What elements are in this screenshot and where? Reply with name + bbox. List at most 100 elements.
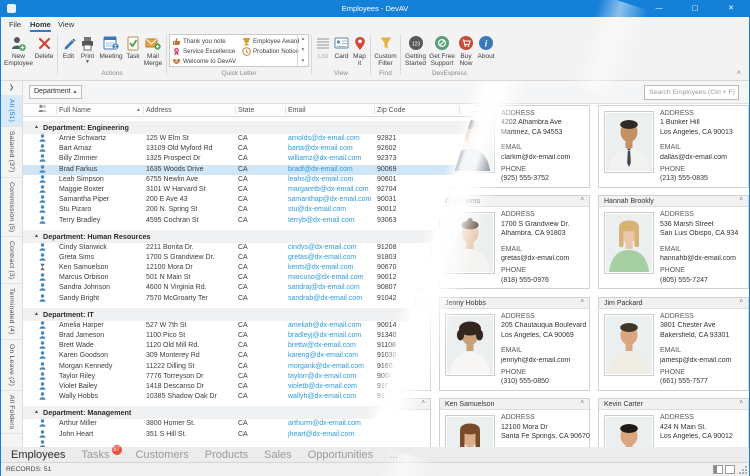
email-link[interactable]: clarkm@dx-email.com bbox=[501, 154, 570, 161]
module-tab-[interactable]: ... bbox=[389, 449, 398, 461]
email-link[interactable]: sandrab@dx-email.com bbox=[288, 294, 362, 304]
email-link[interactable]: hannahb@dx-email.com bbox=[660, 255, 736, 262]
sidebar-item-all[interactable]: All (51) bbox=[1, 95, 22, 127]
email-link[interactable]: violetb@dx-email.com bbox=[288, 382, 357, 392]
collapse-card-icon[interactable]: ˄ bbox=[739, 400, 743, 406]
email-link[interactable]: gretas@dx-email.com bbox=[501, 255, 569, 262]
getting-started-button[interactable]: 123 Getting Started bbox=[403, 32, 428, 67]
get-free-support-button[interactable]: Get Free Support bbox=[428, 32, 456, 67]
email-link[interactable]: barta@dx-email.com bbox=[288, 144, 353, 154]
email-link[interactable]: arthurm@dx-email.com bbox=[288, 419, 361, 429]
email-link[interactable]: arnolds@dx-email.com bbox=[288, 134, 360, 144]
email-link[interactable]: cindys@dx-email.com bbox=[288, 243, 357, 253]
sidebar-expand-icon[interactable]: ❯ bbox=[1, 81, 22, 95]
email-link[interactable]: williamz@dx-email.com bbox=[288, 154, 361, 164]
collapse-card-icon[interactable]: ˄ bbox=[580, 400, 584, 406]
sidebar-item-commission[interactable]: Commission (5) bbox=[1, 178, 22, 237]
email-link[interactable]: kents@dx-email.com bbox=[288, 263, 353, 273]
ribbon-group-new: New Employee Delete bbox=[3, 32, 56, 80]
employee-card-jenny-hobbs[interactable]: Jenny Hobbs˄ADDRESS205 Chautauqua Boulev… bbox=[439, 297, 590, 391]
module-tab-employees[interactable]: Employees bbox=[11, 449, 65, 461]
email-link[interactable]: wallyh@dx-email.com bbox=[288, 392, 356, 402]
employee-card[interactable]: ADDRESS1 Bunker HillLos Angeles, CA 9001… bbox=[598, 105, 749, 188]
tab-view[interactable]: View bbox=[58, 17, 74, 32]
quick-letter-item[interactable]: Welcome to DevAV bbox=[172, 56, 242, 66]
tab-file[interactable]: File bbox=[9, 17, 21, 32]
gallery-scroll[interactable]: ▲▼▼ bbox=[297, 35, 308, 66]
group-collapse-icon[interactable]: ▲ bbox=[34, 308, 39, 321]
email-link[interactable]: samanthap@dx-email.com bbox=[288, 195, 371, 205]
about-button[interactable]: i About bbox=[476, 32, 496, 60]
map-it-button[interactable]: Map it bbox=[351, 32, 368, 67]
employee-card-jim-packard[interactable]: Jim Packard˄ADDRESS3801 Chester AveBaker… bbox=[598, 297, 749, 391]
sidebar-item-salaried[interactable]: Salaried (37) bbox=[1, 127, 22, 178]
quick-letter-item[interactable]: Thank you note bbox=[172, 36, 242, 46]
collapse-card-icon[interactable]: ˄ bbox=[739, 299, 743, 305]
card-view-button[interactable]: Card bbox=[332, 32, 351, 60]
email-link[interactable]: terryb@dx-email.com bbox=[288, 216, 355, 226]
email-link[interactable]: bradleyj@dx-email.com bbox=[288, 331, 361, 341]
email-link[interactable]: dallas@dx-email.com bbox=[660, 154, 727, 161]
email-link[interactable]: margaretb@dx-email.com bbox=[288, 185, 369, 195]
email-link[interactable]: taylorr@dx-email.com bbox=[288, 372, 356, 382]
employee-card-kevin-carter[interactable]: Kevin Carter˄ADDRESS424 N Main St.Los An… bbox=[598, 398, 749, 447]
meeting-button[interactable]: Meeting bbox=[98, 32, 124, 60]
close-button[interactable]: ✕ bbox=[713, 0, 749, 17]
module-tab-tasks[interactable]: Tasks87 bbox=[81, 449, 109, 461]
column-header-zip[interactable]: Zip Code bbox=[377, 104, 405, 117]
minimize-button[interactable]: — bbox=[641, 0, 677, 17]
ribbon-collapse-icon[interactable]: ˄ bbox=[737, 70, 741, 77]
email-link[interactable]: marcuso@dx-email.com bbox=[288, 273, 364, 283]
email-link[interactable]: jamesp@dx-email.com bbox=[660, 357, 731, 364]
search-input[interactable]: Search Employees (Ctrl + F) bbox=[644, 85, 739, 100]
email-link[interactable]: ameliah@dx-email.com bbox=[288, 321, 361, 331]
person-column-icon[interactable] bbox=[38, 104, 47, 118]
edit-button[interactable]: Edit bbox=[60, 32, 77, 60]
buy-now-button[interactable]: Buy Now bbox=[456, 32, 476, 67]
module-tab-sales[interactable]: Sales bbox=[264, 449, 292, 461]
employee-card-ken-samuelson[interactable]: Ken Samuelson˄ADDRESS12100 Mora DrSanta … bbox=[439, 398, 590, 447]
email-link[interactable]: jheart@dx-email.com bbox=[288, 430, 354, 440]
sidebar-item-on-leave[interactable]: On Leave (2) bbox=[1, 340, 22, 391]
list-view-button[interactable]: List bbox=[314, 32, 332, 60]
column-header-state[interactable]: State bbox=[238, 104, 254, 117]
layout-view-toggle-icon[interactable] bbox=[713, 465, 723, 474]
column-header-email[interactable]: Email bbox=[288, 104, 306, 117]
group-by-department-chip[interactable]: Department ▲ bbox=[29, 85, 82, 99]
column-header-address[interactable]: Address bbox=[146, 104, 172, 117]
resize-grip[interactable] bbox=[739, 466, 747, 474]
sidebar-item-terminated[interactable]: Terminated (4) bbox=[1, 284, 22, 340]
custom-filter-button[interactable]: Custom Filter bbox=[373, 32, 398, 67]
employee-card-hannah-brookly[interactable]: Hannah Brookly˄ADDRESS536 Marsh StreetSa… bbox=[598, 195, 749, 289]
collapse-card-icon[interactable]: ˄ bbox=[580, 299, 584, 305]
email-link[interactable]: stu@dx-email.com bbox=[288, 205, 346, 215]
group-collapse-icon[interactable]: ▲ bbox=[34, 406, 39, 419]
column-header-full-name[interactable]: Full Name bbox=[59, 104, 91, 117]
print-button[interactable]: Print ▼ bbox=[77, 32, 98, 64]
new-employee-button[interactable]: New Employee bbox=[4, 32, 33, 67]
sidebar-item-contract[interactable]: Contract (3) bbox=[1, 237, 22, 284]
grid-view-toggle-icon[interactable] bbox=[725, 465, 735, 474]
email-link[interactable]: brettw@dx-email.com bbox=[288, 341, 356, 351]
quick-letter-item[interactable]: Service Excellence bbox=[172, 46, 242, 56]
email-link[interactable]: morgank@dx-email.com bbox=[288, 362, 364, 372]
group-collapse-icon[interactable]: ▲ bbox=[34, 230, 39, 243]
email-link[interactable]: bradf@dx-email.com bbox=[288, 165, 353, 175]
tab-home[interactable]: Home bbox=[30, 17, 51, 32]
mail-merge-button[interactable]: Mail Merge bbox=[142, 32, 164, 67]
email-link[interactable]: kareng@dx-email.com bbox=[288, 351, 358, 361]
module-tab-products[interactable]: Products bbox=[205, 449, 248, 461]
email-link[interactable]: jennyh@dx-email.com bbox=[501, 357, 570, 364]
delete-button[interactable]: Delete bbox=[33, 32, 55, 60]
group-collapse-icon[interactable]: ▲ bbox=[34, 121, 39, 134]
email-link[interactable]: leahs@dx-email.com bbox=[288, 175, 353, 185]
email-link[interactable]: gretas@dx-email.com bbox=[288, 253, 356, 263]
task-button[interactable]: Task bbox=[124, 32, 142, 60]
email-link[interactable]: sandraj@dx-email.com bbox=[288, 283, 360, 293]
collapse-card-icon[interactable]: ˄ bbox=[580, 197, 584, 203]
module-tab-customers[interactable]: Customers bbox=[136, 449, 189, 461]
maximize-button[interactable]: ▢ bbox=[677, 0, 713, 17]
collapse-card-icon[interactable]: ˄ bbox=[739, 197, 743, 203]
module-tab-opportunities[interactable]: Opportunities bbox=[308, 449, 373, 461]
sidebar-item-all-folders[interactable]: All Folders bbox=[1, 391, 22, 434]
